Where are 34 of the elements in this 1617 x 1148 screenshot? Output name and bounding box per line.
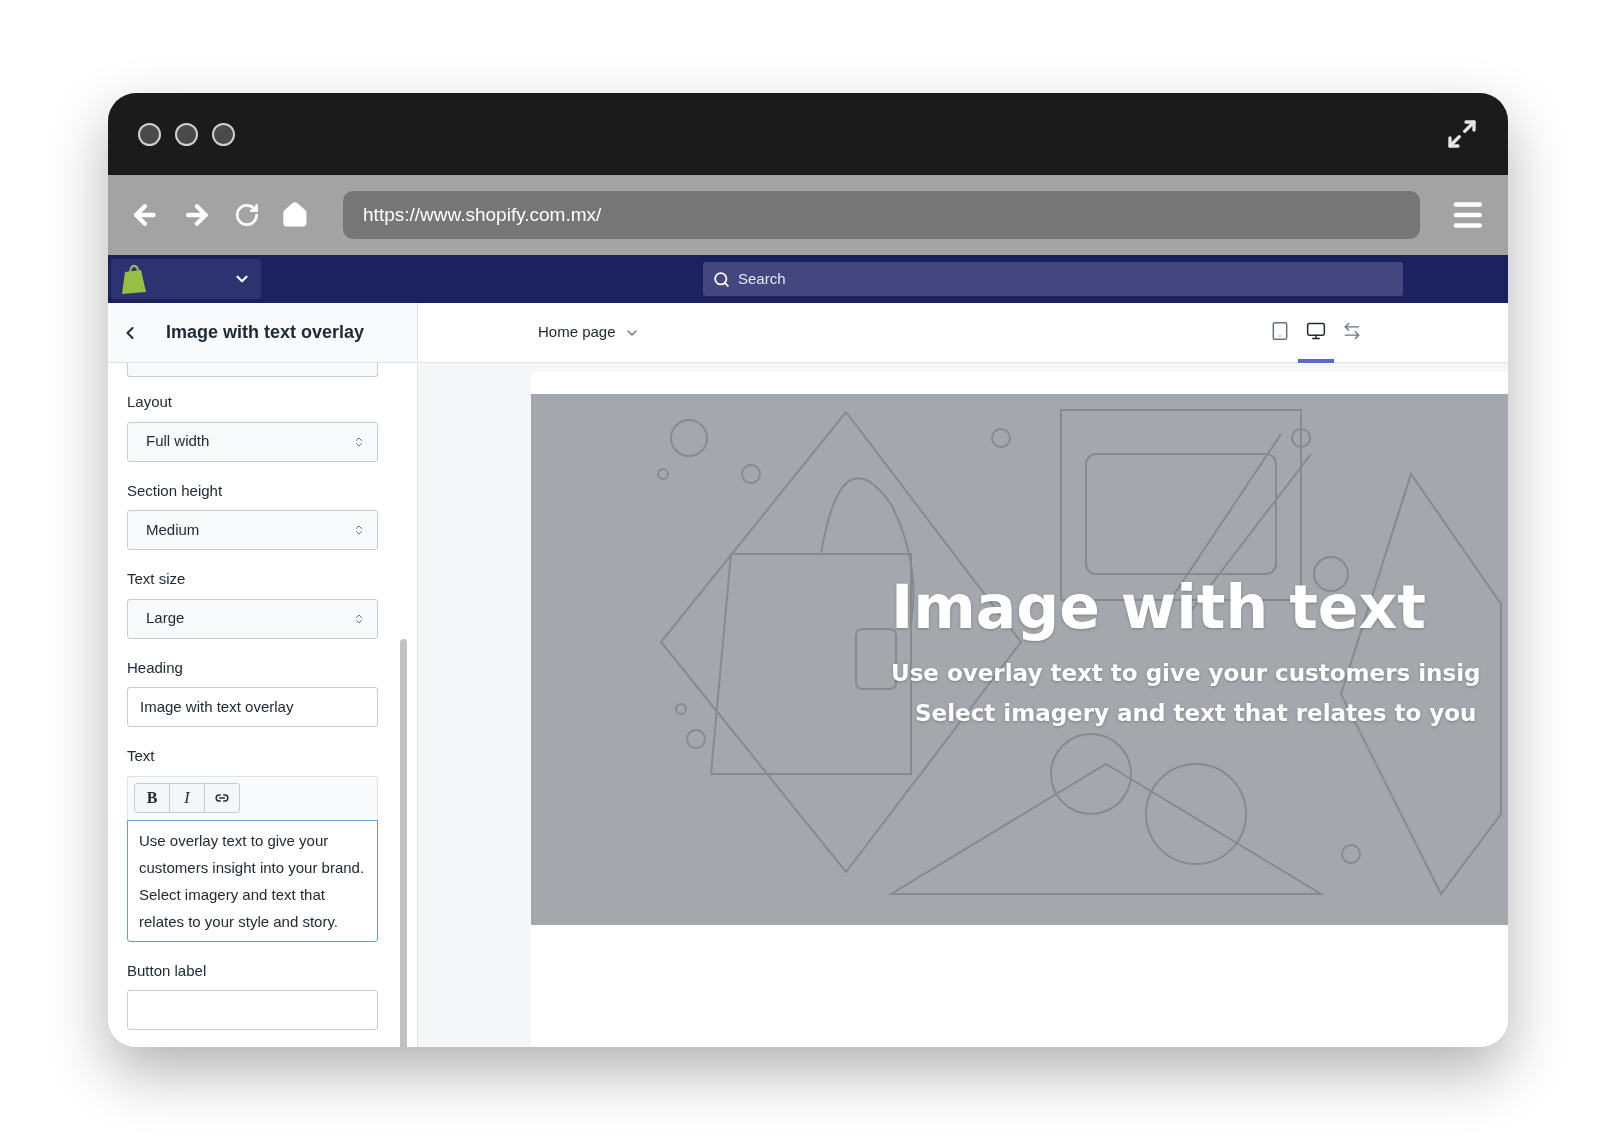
select-arrows-icon xyxy=(353,612,365,625)
select-field[interactable] xyxy=(127,363,378,377)
select-field[interactable]: Large xyxy=(127,598,378,639)
text-field[interactable]: Image with text overlay xyxy=(127,687,378,727)
field-label: Layout xyxy=(127,392,174,412)
scrollbar[interactable] xyxy=(400,639,407,1047)
bold-button[interactable]: B xyxy=(134,783,170,813)
select-field[interactable]: Full width xyxy=(127,421,378,462)
link-button[interactable] xyxy=(204,783,240,813)
select-field[interactable]: Medium xyxy=(127,510,378,550)
field-label: Heading xyxy=(127,657,184,678)
address-bar[interactable]: https://www.shopify.com.mx/ xyxy=(343,191,1421,239)
page-selector[interactable]: Home page xyxy=(538,321,640,344)
search-icon xyxy=(713,270,730,288)
monitor-icon xyxy=(1305,320,1326,341)
expand-icon[interactable] xyxy=(1446,118,1478,150)
reload-icon[interactable] xyxy=(233,202,260,228)
text-editor[interactable]: Use overlay text to give your customers insight into your brand. Select imagery and text that relates to your style and story. xyxy=(127,819,378,942)
shopping-bag-icon xyxy=(121,264,147,294)
field-label: Text xyxy=(127,746,156,766)
italic-button[interactable]: I xyxy=(169,783,205,813)
hero-heading: Image with text xyxy=(891,571,1426,644)
panel-title: Image with text overlay xyxy=(166,321,365,344)
field-label: Text size xyxy=(127,569,187,589)
link-icon xyxy=(215,791,229,805)
hero-text: Use overlay text to give your customers insig xyxy=(891,659,1481,688)
field-label: Section height xyxy=(127,480,224,501)
store-switcher[interactable] xyxy=(111,259,261,299)
field-label: Button label xyxy=(127,960,208,981)
select-arrows-icon xyxy=(353,524,365,536)
search-field[interactable]: Search xyxy=(703,262,1403,296)
text-field[interactable] xyxy=(127,990,378,1030)
hero-text: Select imagery and text that relates to you xyxy=(915,699,1477,728)
select-arrows-icon xyxy=(353,435,365,448)
